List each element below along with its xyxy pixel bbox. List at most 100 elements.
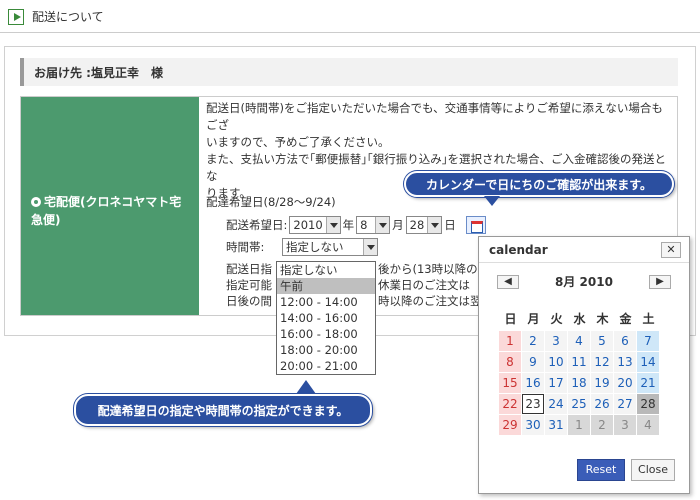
- year-unit: 年: [342, 218, 355, 232]
- day-cell[interactable]: 26: [591, 394, 613, 414]
- weekday: 木: [596, 312, 609, 326]
- date-label: 配送希望日:: [226, 218, 288, 232]
- time-label: 時間帯:: [226, 240, 265, 254]
- delivery-heading: 配達希望日(8/28〜9/24): [206, 195, 336, 209]
- close-button[interactable]: Close: [631, 459, 675, 481]
- day-cell[interactable]: 21: [637, 373, 659, 393]
- notice-line: いますので、予めご了承ください。: [206, 135, 390, 149]
- calendar-header: calendar ✕: [479, 237, 689, 263]
- time-row: 時間帯: 指定しない: [226, 238, 378, 256]
- time-option[interactable]: 18:00 - 20:00: [277, 342, 375, 358]
- month-title: 8月 2010: [555, 275, 613, 289]
- month-select[interactable]: 8: [356, 216, 391, 234]
- next-month-button[interactable]: ▶: [649, 274, 671, 289]
- info-line: 後から(13時以降のご: [378, 262, 490, 276]
- day-cell[interactable]: 3: [545, 331, 567, 351]
- day-cell-other-month: 4: [637, 415, 659, 435]
- weekday: 火: [550, 312, 563, 326]
- day-cell[interactable]: 22: [499, 394, 521, 414]
- day-cell[interactable]: 13: [614, 352, 636, 372]
- day-cell[interactable]: 15: [499, 373, 521, 393]
- time-option[interactable]: 午前: [277, 278, 375, 294]
- day-cell[interactable]: 12: [591, 352, 613, 372]
- chevron-down-icon: [427, 217, 442, 233]
- calendar-popup: calendar ✕ ◀ 8月 2010 ▶ 日 月 火 水 木 金 土 1 2…: [478, 236, 690, 494]
- month-nav: ◀ 8月 2010 ▶: [479, 273, 689, 290]
- day-cell[interactable]: 19: [591, 373, 613, 393]
- time-option[interactable]: 12:00 - 14:00: [277, 294, 375, 310]
- day-cell[interactable]: 6: [614, 331, 636, 351]
- weekday: 日: [504, 312, 517, 326]
- day-cell[interactable]: 5: [591, 331, 613, 351]
- callout-pointer: [296, 380, 316, 394]
- day-cell[interactable]: 1: [499, 331, 521, 351]
- day-cell[interactable]: 25: [568, 394, 590, 414]
- calendar-icon[interactable]: [465, 216, 486, 234]
- chevron-down-icon: [363, 239, 377, 255]
- day-cell-selected[interactable]: 28: [637, 394, 659, 414]
- prev-month-button[interactable]: ◀: [497, 274, 519, 289]
- day-cell[interactable]: 20: [614, 373, 636, 393]
- calendar-title: calendar: [489, 242, 548, 257]
- day-select[interactable]: 28: [405, 216, 443, 234]
- calendar-buttons: Reset Close: [577, 459, 675, 481]
- day-cell-other-month: 3: [614, 415, 636, 435]
- play-icon: [8, 8, 24, 25]
- day-cell[interactable]: 14: [637, 352, 659, 372]
- day-cell[interactable]: 7: [637, 331, 659, 351]
- chevron-down-icon: [325, 217, 340, 233]
- chevron-down-icon: [375, 217, 390, 233]
- day-cell[interactable]: 11: [568, 352, 590, 372]
- weekday: 金: [619, 312, 632, 326]
- day-cell-other-month: 2: [591, 415, 613, 435]
- day-cell[interactable]: 4: [568, 331, 590, 351]
- shipping-option-label: 宅配便(クロネコヤマト宅急便): [31, 195, 182, 227]
- date-row: 配送希望日: 2010 年 8 月 28 日: [226, 216, 486, 234]
- recipient-bar: お届け先 :塩見正幸 様: [20, 58, 678, 86]
- time-option[interactable]: 20:00 - 21:00: [277, 358, 375, 374]
- calendar-callout: カレンダーで日にちのご確認が出来ます。: [404, 171, 674, 197]
- section-title: 配送について: [32, 10, 104, 24]
- day-cell[interactable]: 24: [545, 394, 567, 414]
- section-header: 配送について: [8, 8, 104, 25]
- day-cell[interactable]: 10: [545, 352, 567, 372]
- weekday: 水: [573, 312, 586, 326]
- year-select[interactable]: 2010: [289, 216, 341, 234]
- weekday: 土: [642, 312, 655, 326]
- time-option[interactable]: 指定しない: [277, 262, 375, 278]
- day-cell[interactable]: 17: [545, 373, 567, 393]
- info-line: 配送日指: [226, 262, 272, 276]
- day-cell-other-month: 1: [568, 415, 590, 435]
- shipping-option[interactable]: 宅配便(クロネコヤマト宅急便): [31, 193, 191, 229]
- close-icon[interactable]: ✕: [661, 241, 681, 258]
- notice-line: 配送日(時間帯)をご指定いただいた場合でも、交通事情等によりご希望に添えない場合…: [206, 101, 663, 132]
- month-unit: 月: [392, 218, 404, 232]
- divider: [0, 32, 700, 33]
- weekday: 月: [527, 312, 540, 326]
- day-cell[interactable]: 18: [568, 373, 590, 393]
- radio-selected-icon[interactable]: [31, 197, 41, 207]
- day-cell[interactable]: 31: [545, 415, 567, 435]
- calendar-grid: 日 月 火 水 木 金 土 1 2 3 4 5 6 7 8 9 10 11 12…: [499, 309, 660, 435]
- day-unit: 日: [444, 218, 456, 232]
- day-cell[interactable]: 16: [522, 373, 544, 393]
- shipping-option-cell: 宅配便(クロネコヤマト宅急便): [21, 97, 199, 315]
- time-option[interactable]: 16:00 - 18:00: [277, 326, 375, 342]
- callout-pointer: [484, 196, 500, 206]
- day-cells: 1 2 3 4 5 6 7 8 9 10 11 12 13 14 15 16 1…: [499, 331, 660, 435]
- day-cell[interactable]: 27: [614, 394, 636, 414]
- info-line: 休業日のご注文は: [378, 278, 470, 292]
- time-select[interactable]: 指定しない: [282, 238, 378, 256]
- day-cell-today[interactable]: 23: [522, 394, 544, 414]
- weekday-row: 日 月 火 水 木 金 土: [499, 309, 660, 329]
- day-cell[interactable]: 8: [499, 352, 521, 372]
- day-cell[interactable]: 29: [499, 415, 521, 435]
- day-cell[interactable]: 30: [522, 415, 544, 435]
- day-cell[interactable]: 9: [522, 352, 544, 372]
- time-dropdown-list: 指定しない 午前 12:00 - 14:00 14:00 - 16:00 16:…: [276, 261, 376, 375]
- day-cell[interactable]: 2: [522, 331, 544, 351]
- info-line: 指定可能: [226, 278, 272, 292]
- info-line: 時以降のご注文は翌: [378, 294, 482, 308]
- time-option[interactable]: 14:00 - 16:00: [277, 310, 375, 326]
- reset-button[interactable]: Reset: [577, 459, 625, 481]
